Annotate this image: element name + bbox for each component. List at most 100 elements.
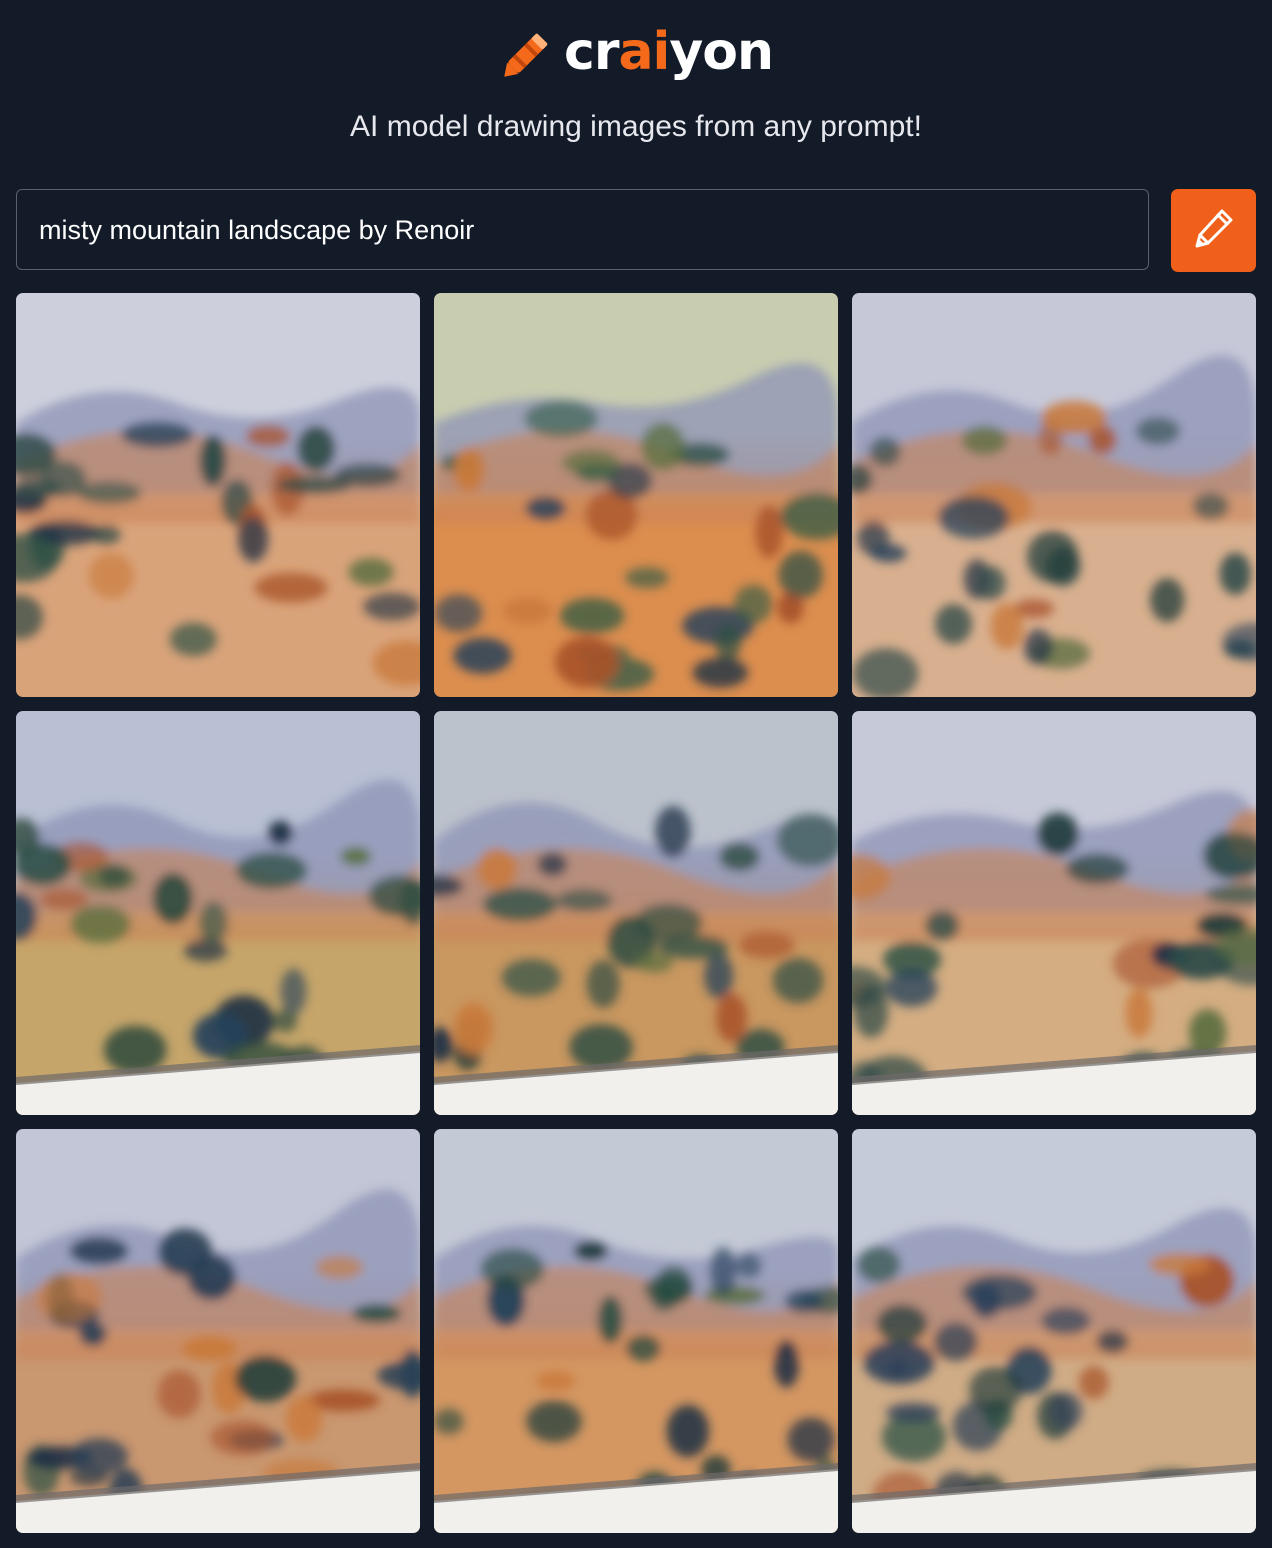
bush-mark — [641, 422, 686, 471]
bush-mark — [238, 516, 269, 563]
bush-mark — [853, 984, 889, 1038]
bush-mark — [234, 1355, 297, 1402]
bush-mark — [643, 1275, 694, 1303]
bush-mark — [501, 959, 561, 997]
generated-image-1[interactable] — [16, 293, 420, 697]
bush-mark — [480, 1248, 545, 1290]
bush-mark — [254, 572, 328, 603]
craiyon-logo[interactable]: craiyon — [500, 20, 774, 84]
bush-mark — [235, 851, 308, 890]
landscape-painting — [852, 711, 1256, 1115]
crayon-logo-icon — [500, 22, 558, 82]
bush-mark — [869, 436, 901, 467]
bush-mark — [69, 1438, 129, 1475]
bush-mark — [477, 848, 517, 890]
bush-mark — [559, 597, 625, 634]
bush-mark — [340, 847, 372, 866]
brand-part-3: yon — [669, 22, 774, 82]
bush-mark — [434, 1408, 464, 1435]
bush-mark — [575, 463, 620, 483]
bush-mark — [76, 481, 142, 505]
bush-mark — [755, 505, 784, 559]
bush-mark — [1135, 416, 1181, 446]
bush-mark — [586, 959, 620, 1009]
bush-mark — [1192, 492, 1230, 520]
bush-mark — [704, 1286, 766, 1305]
bush-mark — [187, 1254, 236, 1300]
bush-mark — [16, 843, 72, 886]
bush-mark — [736, 1252, 762, 1279]
bush-mark — [654, 805, 691, 858]
bush-mark — [734, 584, 773, 624]
bush-mark — [715, 624, 742, 662]
bush-mark — [157, 1370, 201, 1419]
bush-mark — [773, 1339, 800, 1388]
bush-mark — [267, 820, 293, 846]
bush-mark — [625, 1334, 661, 1362]
bush-mark — [666, 1404, 710, 1458]
bush-mark — [524, 400, 599, 438]
bush-mark — [863, 1341, 935, 1385]
landscape-painting — [16, 293, 420, 697]
bush-mark — [89, 553, 134, 599]
bush-mark — [280, 968, 307, 1015]
bush-mark — [719, 842, 760, 872]
bush-mark — [70, 905, 131, 944]
bush-mark — [69, 1237, 129, 1265]
bush-mark — [870, 544, 907, 563]
bush-mark — [933, 1322, 978, 1362]
bush-mark — [537, 852, 568, 877]
bush-mark — [1037, 812, 1079, 856]
bush-mark — [286, 1396, 323, 1442]
bush-mark — [92, 524, 121, 545]
brand-name: craiyon — [564, 20, 774, 84]
generated-image-7[interactable] — [16, 1129, 420, 1533]
bush-mark — [969, 1366, 1022, 1414]
bush-mark — [297, 425, 336, 472]
bush-mark — [36, 1272, 102, 1324]
prompt-input[interactable] — [37, 190, 1131, 271]
generated-image-6[interactable] — [852, 711, 1256, 1115]
bush-mark — [1023, 628, 1053, 665]
generated-image-8[interactable] — [434, 1129, 838, 1533]
landscape-painting — [852, 293, 1256, 697]
landscape-painting — [16, 1129, 420, 1533]
generated-image-5[interactable] — [434, 711, 838, 1115]
brand-part-2: ai — [618, 22, 670, 82]
pencil-icon — [1191, 205, 1237, 256]
bush-mark — [535, 1370, 576, 1392]
bush-mark — [79, 1321, 107, 1347]
bush-mark — [245, 425, 291, 448]
generated-image-9[interactable] — [852, 1129, 1256, 1533]
bush-mark — [1026, 530, 1079, 583]
bush-mark — [454, 1002, 493, 1055]
bush-mark — [363, 592, 420, 621]
bush-mark — [885, 969, 938, 1007]
draw-button[interactable] — [1171, 189, 1256, 272]
bush-mark — [210, 1420, 275, 1456]
bush-mark — [977, 566, 1006, 601]
bush-mark — [434, 594, 483, 633]
bush-mark — [1219, 552, 1251, 596]
bush-mark — [348, 558, 394, 587]
bush-mark — [525, 496, 566, 521]
generated-image-4[interactable] — [16, 711, 420, 1115]
bush-mark — [333, 463, 401, 488]
bush-mark — [857, 1246, 901, 1283]
bush-mark — [183, 938, 228, 962]
bush-mark — [502, 597, 553, 624]
bush-mark — [169, 622, 217, 657]
generated-image-3[interactable] — [852, 293, 1256, 697]
bush-mark — [1125, 988, 1153, 1038]
bush-mark — [352, 1304, 402, 1323]
bush-mark — [1041, 1306, 1091, 1335]
bush-mark — [1078, 1365, 1109, 1400]
bush-mark — [556, 888, 613, 912]
prompt-field[interactable] — [16, 189, 1149, 271]
bush-mark — [453, 447, 485, 492]
bush-mark — [625, 567, 669, 589]
bush-mark — [738, 931, 795, 959]
bush-mark — [1149, 1253, 1211, 1276]
generated-image-2[interactable] — [434, 293, 838, 697]
bush-mark — [198, 901, 228, 945]
